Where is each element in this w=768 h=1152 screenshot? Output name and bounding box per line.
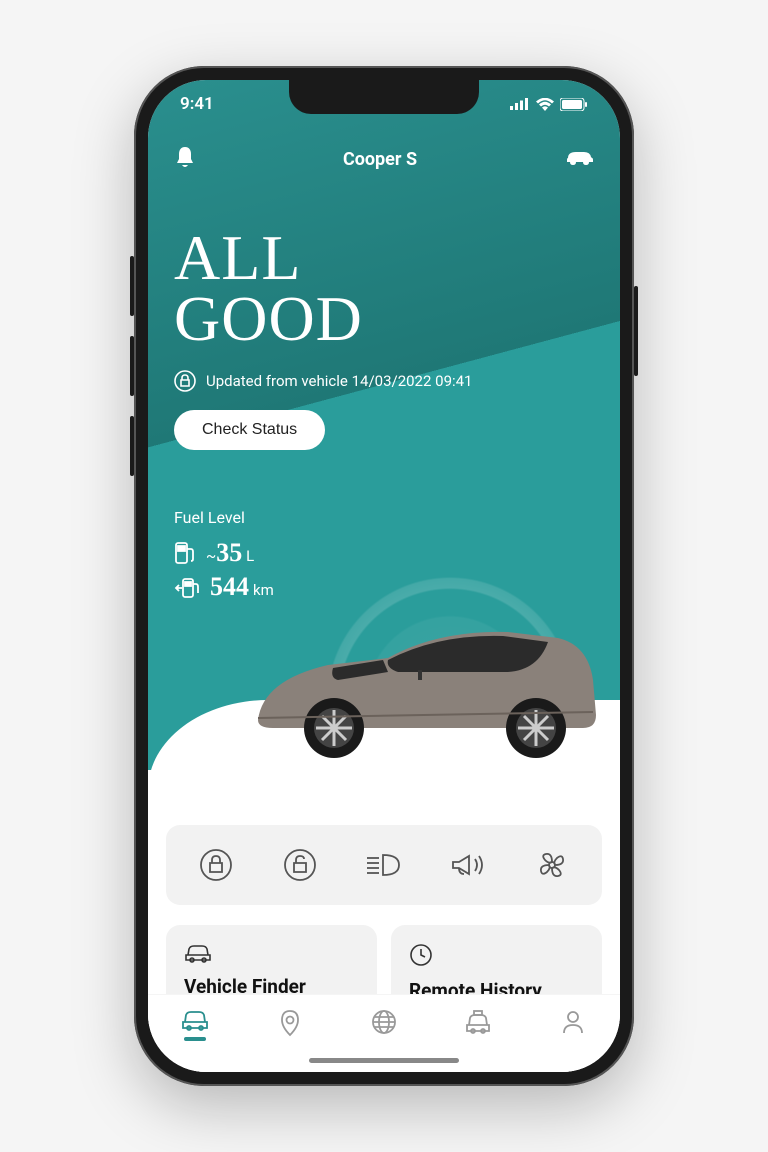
update-row: Updated from vehicle 14/03/2022 09:41: [174, 370, 594, 392]
status-time: 9:41: [180, 94, 214, 114]
notifications-icon[interactable]: [174, 145, 196, 173]
fuel-label: Fuel Level: [174, 508, 594, 527]
fuel-section: Fuel Level ~35 L 544 km: [148, 450, 620, 602]
tab-discover[interactable]: [356, 1009, 412, 1035]
check-status-button[interactable]: Check Status: [174, 410, 325, 450]
hero-section: ALL GOOD Updated from vehicle 14/03/2022…: [148, 173, 620, 450]
tab-map[interactable]: [262, 1009, 318, 1037]
lock-button[interactable]: [189, 843, 243, 887]
update-text: Updated from vehicle 14/03/2022 09:41: [206, 372, 473, 390]
app-screen: 9:41 Cooper S ALL GOOD: [148, 80, 620, 1072]
fuel-range: 544 km: [210, 572, 274, 602]
tab-vehicle[interactable]: [167, 1009, 223, 1041]
vehicle-name: Cooper S: [343, 149, 417, 170]
vehicle-selector-icon[interactable]: [564, 148, 594, 170]
tab-profile[interactable]: [545, 1009, 601, 1035]
fuel-volume: ~35 L: [206, 538, 254, 568]
car-outline-icon: [184, 943, 212, 963]
tab-service[interactable]: [450, 1009, 506, 1035]
car-illustration: [238, 610, 608, 770]
battery-icon: [560, 98, 588, 111]
clock-icon: [409, 943, 433, 967]
status-indicators: [510, 98, 588, 111]
flash-lights-button[interactable]: [357, 843, 411, 887]
home-indicator[interactable]: [309, 1058, 459, 1063]
horn-button[interactable]: [441, 843, 495, 887]
device-notch: [289, 80, 479, 114]
headline-2: GOOD: [174, 283, 363, 354]
lower-content: Vehicle Finder Remote History: [148, 825, 620, 1016]
remote-actions-row: [166, 825, 602, 905]
phone-frame: 9:41 Cooper S ALL GOOD: [134, 66, 634, 1086]
fuel-range-row: 544 km: [174, 572, 594, 602]
fuel-volume-row: ~35 L: [174, 537, 594, 568]
cellular-icon: [510, 98, 530, 110]
status-headline: ALL GOOD: [174, 228, 594, 350]
fuel-pump-icon: [174, 541, 196, 565]
wifi-icon: [536, 98, 554, 111]
range-icon: [174, 577, 200, 599]
ventilate-button[interactable]: [525, 843, 579, 887]
unlock-button[interactable]: [273, 843, 327, 887]
lock-status-icon: [174, 370, 196, 392]
